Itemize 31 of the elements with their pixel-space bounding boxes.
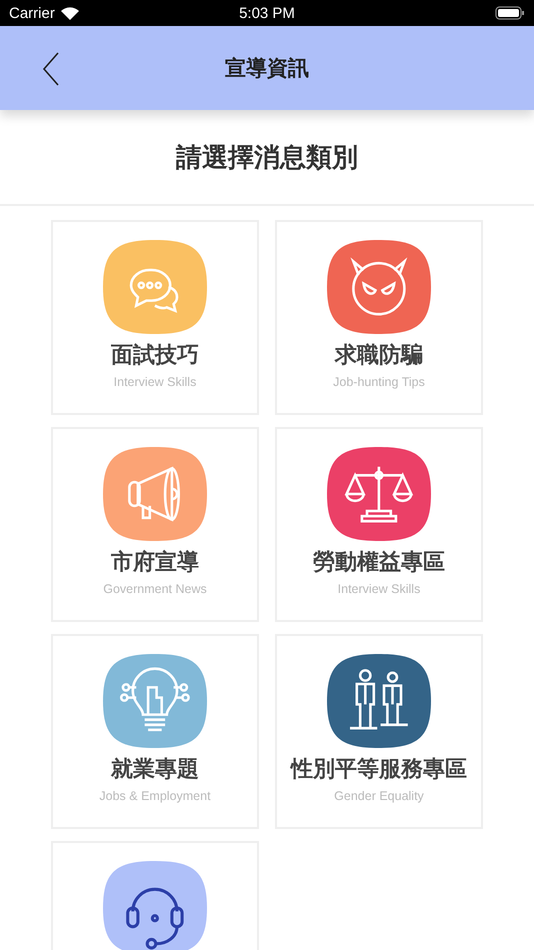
category-card[interactable]: 求職防騙 Job-hunting Tips [275, 220, 483, 415]
category-title: 性別平等服務專區 [291, 755, 467, 783]
category-subtitle: Interview Skills [114, 375, 196, 389]
category-title: 求職防騙 [335, 341, 423, 369]
clock-time: 5:03 PM [239, 4, 295, 22]
category-subtitle: Job-hunting Tips [333, 375, 425, 389]
chat-bubbles-icon [130, 268, 178, 312]
two-people-icon [348, 669, 410, 730]
devil-face-icon [350, 257, 408, 316]
category-card[interactable]: 勞動權益專區 Interview Skills [275, 427, 483, 622]
category-card[interactable]: 性別平等服務專區 Gender Equality [275, 634, 483, 829]
category-subtitle: Government News [103, 582, 207, 596]
scales-icon [344, 466, 412, 522]
category-card[interactable]: 面試技巧 Interview Skills [51, 220, 259, 415]
megaphone-icon [128, 466, 180, 522]
category-subtitle: Gender Equality [334, 789, 424, 803]
category-card[interactable]: 市府宣導 Government News [51, 427, 259, 622]
category-title: 市府宣導 [111, 548, 199, 576]
wifi-icon [60, 6, 79, 20]
category-title: 面試技巧 [111, 341, 199, 369]
category-subtitle: Jobs & Employment [99, 789, 211, 803]
category-subtitle: Interview Skills [338, 582, 420, 596]
category-title: 就業專題 [111, 755, 199, 783]
page-title: 宣導資訊 [225, 56, 309, 82]
category-title: 勞動權益專區 [313, 548, 445, 576]
section-heading: 請選擇消息類別 [176, 140, 358, 174]
lightbulb-icon [120, 667, 190, 732]
carrier-label: Carrier [9, 4, 55, 22]
battery-icon [495, 6, 525, 20]
category-card[interactable]: 就業專題 Jobs & Employment [51, 634, 259, 829]
headset-icon [126, 888, 184, 950]
